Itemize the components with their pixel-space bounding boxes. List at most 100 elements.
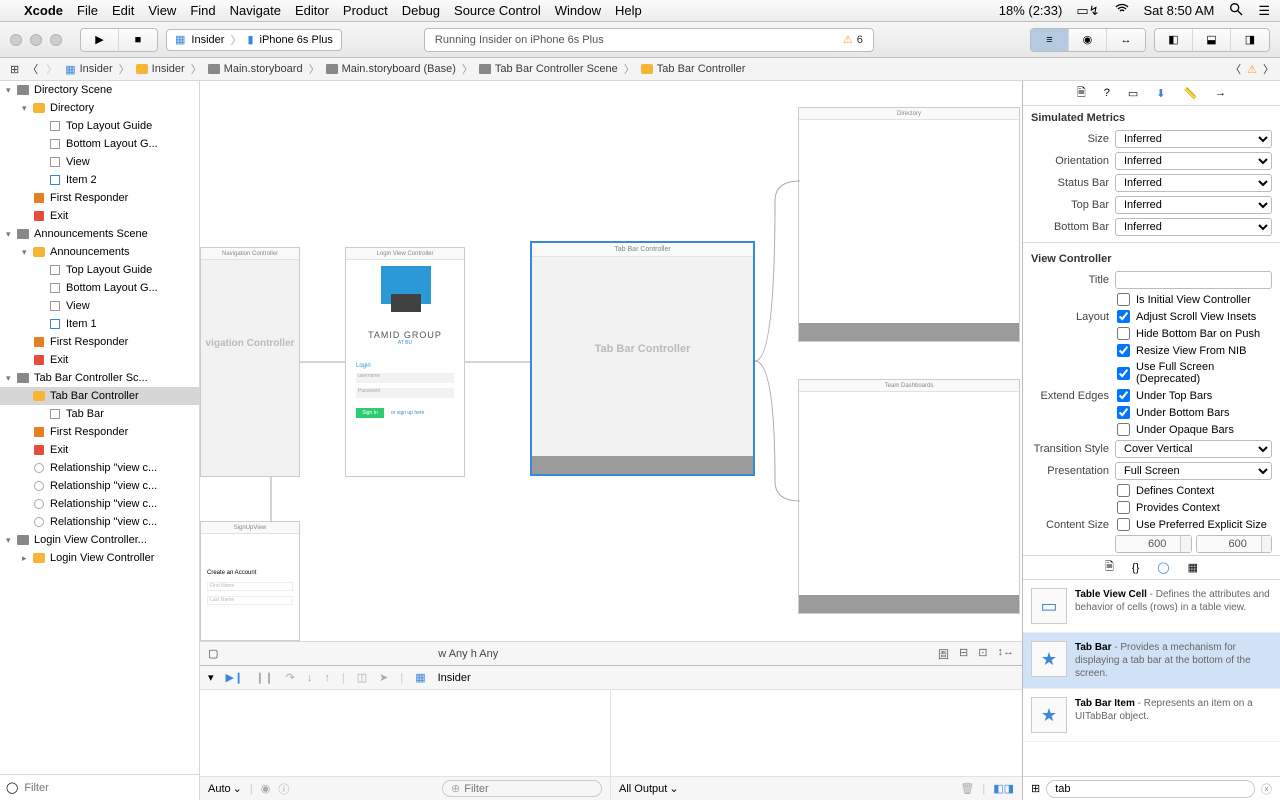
stop-button[interactable]: ■ <box>119 29 157 51</box>
title-input[interactable] <box>1115 271 1272 289</box>
quick-help-tab-icon[interactable]: ? <box>1104 87 1110 99</box>
initial-vc-checkbox[interactable] <box>1117 293 1130 306</box>
battery-status[interactable]: 18% (2:33) <box>999 3 1063 18</box>
jump-back-button[interactable]: 〈 <box>23 61 42 77</box>
pin-tool-icon[interactable]: ⊟ <box>959 646 968 662</box>
menu-debug[interactable]: Debug <box>402 3 440 18</box>
debug-process[interactable]: Insider <box>438 672 471 684</box>
jump-seg-storyboard[interactable]: Main.storyboard <box>204 63 307 75</box>
adjust-insets-checkbox[interactable] <box>1117 310 1130 323</box>
fullscreen-deprecated-checkbox[interactable] <box>1117 367 1130 380</box>
tree-row[interactable]: Bottom Layout G... <box>0 135 199 153</box>
tree-row[interactable]: ▾Announcements <box>0 243 199 261</box>
under-bottom-checkbox[interactable] <box>1117 406 1130 419</box>
tree-row[interactable]: Exit <box>0 207 199 225</box>
wifi-icon[interactable] <box>1114 1 1130 20</box>
variables-filter-input[interactable] <box>464 783 606 795</box>
library-view-mode-icon[interactable]: ⊞ <box>1031 782 1040 795</box>
content-width-input[interactable] <box>1116 536 1180 552</box>
scene-login-view-controller[interactable]: Login View Controller TAMID GROUP AT BU … <box>345 247 465 477</box>
related-items-icon[interactable]: ⊞ <box>6 63 23 76</box>
tree-row[interactable]: Tab Bar <box>0 405 199 423</box>
menu-sourcecontrol[interactable]: Source Control <box>454 3 541 18</box>
version-editor-button[interactable]: ↔ <box>1107 29 1145 51</box>
under-top-checkbox[interactable] <box>1117 389 1130 402</box>
size-inspector-tab-icon[interactable]: 📏 <box>1183 87 1197 100</box>
tree-row[interactable]: ▾Directory <box>0 99 199 117</box>
standard-editor-button[interactable]: ≡ <box>1031 29 1069 51</box>
zoom-window-button[interactable] <box>50 34 62 46</box>
debug-stepover-icon[interactable]: ↷ <box>286 671 295 684</box>
print-description-icon[interactable]: ⓘ <box>278 781 289 797</box>
explicit-size-checkbox[interactable] <box>1117 518 1130 531</box>
menu-view[interactable]: View <box>148 3 176 18</box>
identity-inspector-tab-icon[interactable]: ▭ <box>1128 87 1138 100</box>
size-select[interactable]: Inferred <box>1115 130 1272 148</box>
menu-edit[interactable]: Edit <box>112 3 134 18</box>
navigator-filter-input[interactable] <box>24 782 193 794</box>
tree-row[interactable]: ▾Directory Scene <box>0 81 199 99</box>
library-item[interactable]: ★Tab Bar - Provides a mechanism for disp… <box>1023 633 1280 689</box>
tree-row[interactable]: ▾Announcements Scene <box>0 225 199 243</box>
jump-seg-folder[interactable]: Insider <box>132 63 189 75</box>
scene-navigation-controller[interactable]: Navigation Controller vigation Controlle… <box>200 247 300 477</box>
provides-context-checkbox[interactable] <box>1117 501 1130 514</box>
debug-stepout-icon[interactable]: ↑ <box>324 672 330 684</box>
jump-seg-scene[interactable]: Tab Bar Controller Scene <box>475 63 622 75</box>
debug-auto-scope[interactable]: Auto <box>208 783 231 795</box>
console-right-pane-icon[interactable]: ◨ <box>1004 782 1014 795</box>
debug-pause-icon[interactable]: ❙❙ <box>255 671 273 684</box>
tree-row[interactable]: Relationship "view c... <box>0 513 199 531</box>
resizing-behavior-icon[interactable]: ↕↔ <box>997 646 1014 662</box>
tree-row[interactable]: Top Layout Guide <box>0 261 199 279</box>
under-opaque-checkbox[interactable] <box>1117 423 1130 436</box>
jump-next-issue[interactable]: 〉 <box>1263 61 1274 77</box>
debug-continue-icon[interactable]: ▶❙ <box>226 671 244 684</box>
menu-window[interactable]: Window <box>555 3 601 18</box>
code-snippet-library-tab-icon[interactable]: {} <box>1132 562 1139 574</box>
tree-row[interactable]: Item 2 <box>0 171 199 189</box>
media-library-tab-icon[interactable]: ▦ <box>1188 561 1198 574</box>
close-window-button[interactable] <box>10 34 22 46</box>
size-class-height[interactable]: h Any <box>471 648 499 660</box>
scene-team-dashboards[interactable]: Team Dashboards <box>798 379 1020 614</box>
menu-editor[interactable]: Editor <box>295 3 329 18</box>
tree-row[interactable]: Exit <box>0 441 199 459</box>
library-item[interactable]: ★Tab Bar Item - Represents an item on a … <box>1023 689 1280 742</box>
scene-tab-bar-controller[interactable]: Tab Bar Controller Tab Bar Controller <box>530 241 755 476</box>
tree-row[interactable]: ▾Login View Controller... <box>0 531 199 549</box>
jump-prev-issue[interactable]: 〈 <box>1230 61 1241 77</box>
debug-stepin-icon[interactable]: ↓ <box>307 672 313 684</box>
tree-row[interactable]: First Responder <box>0 189 199 207</box>
file-template-library-tab-icon[interactable]: 🗎 <box>1105 558 1114 577</box>
debug-location-icon[interactable]: ➤ <box>379 671 388 684</box>
content-height-input[interactable] <box>1197 536 1261 552</box>
orientation-select[interactable]: Inferred <box>1115 152 1272 170</box>
bottombar-select[interactable]: Inferred <box>1115 218 1272 236</box>
tree-row[interactable]: View <box>0 153 199 171</box>
toggle-navigator-button[interactable]: ◧ <box>1155 29 1193 51</box>
connections-inspector-tab-icon[interactable]: → <box>1215 87 1226 99</box>
topbar-select[interactable]: Inferred <box>1115 196 1272 214</box>
tree-row[interactable]: First Responder <box>0 423 199 441</box>
toggle-utilities-button[interactable]: ◨ <box>1231 29 1269 51</box>
storyboard-canvas[interactable]: Navigation Controller vigation Controlle… <box>200 81 1022 641</box>
filter-options-icon[interactable]: ◯ <box>6 781 18 794</box>
presentation-select[interactable]: Full Screen <box>1115 462 1272 480</box>
transition-select[interactable]: Cover Vertical <box>1115 440 1272 458</box>
menu-find[interactable]: Find <box>190 3 215 18</box>
tree-row[interactable]: Relationship "view c... <box>0 495 199 513</box>
jump-issue-warning-icon[interactable]: ⚠ <box>1247 63 1257 76</box>
library-filter-input[interactable] <box>1046 780 1255 798</box>
library-item[interactable]: ▭Table View Cell - Defines the attribute… <box>1023 580 1280 633</box>
tree-row[interactable]: Top Layout Guide <box>0 117 199 135</box>
menu-help[interactable]: Help <box>615 3 642 18</box>
resolve-issues-icon[interactable]: ⊡ <box>978 646 987 662</box>
defines-context-checkbox[interactable] <box>1117 484 1130 497</box>
tree-row[interactable]: Bottom Layout G... <box>0 279 199 297</box>
object-library-tab-icon[interactable]: ◯ <box>1157 561 1169 574</box>
assistant-editor-button[interactable]: ◉ <box>1069 29 1107 51</box>
clear-filter-icon[interactable]: ⓧ <box>1261 781 1272 797</box>
tree-row[interactable]: First Responder <box>0 333 199 351</box>
debug-view-hierarchy-icon[interactable]: ◫ <box>357 671 367 684</box>
